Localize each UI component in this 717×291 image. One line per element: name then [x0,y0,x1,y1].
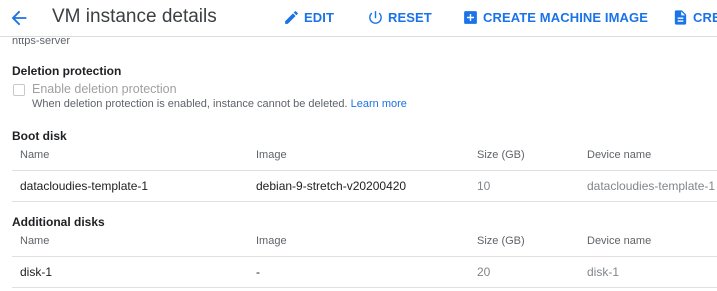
disk-device-name: datacloudies-template-1 [587,179,716,193]
reset-power-icon [369,11,382,24]
back-arrow-icon[interactable] [8,7,30,29]
disk-name: disk-1 [20,265,53,279]
disk-image: debian-9-stretch-v20200420 [256,179,407,193]
create-machine-image-label: CREATE MACHINE IMAGE [483,10,648,25]
column-header-device: Device name [587,149,652,161]
column-header-device: Device name [587,235,652,247]
edit-pencil-icon [285,11,298,24]
clipped-network-tag: https-server [12,38,71,46]
disk-device-name: disk-1 [587,265,620,279]
table-row: disk-1 - 20 disk-1 [12,257,717,288]
create-similar-button[interactable]: CREA [672,9,717,27]
page-title: VM instance details [52,6,217,27]
add-box-icon [464,11,477,24]
document-icon [674,10,687,25]
additional-disks-title: Additional disks [12,215,105,229]
additional-disks-table: Name Image Size (GB) Device name disk-1 … [12,228,717,288]
boot-disk-title: Boot disk [12,129,67,143]
column-header-size: Size (GB) [477,149,525,161]
disk-name: datacloudies-template-1 [20,179,149,193]
create-machine-image-button[interactable]: CREATE MACHINE IMAGE [462,9,648,27]
column-header-image: Image [256,235,287,247]
column-header-name: Name [20,149,50,161]
deletion-protection-title: Deletion protection [12,64,122,78]
reset-button[interactable]: RESET [367,9,437,27]
disk-size: 20 [477,265,491,279]
column-header-image: Image [256,149,287,161]
table-row: datacloudies-template-1 debian-9-stretch… [12,171,717,202]
boot-disk-table: Name Image Size (GB) Device name dataclo… [12,142,717,202]
table-header: Name Image Size (GB) Device name [12,228,717,257]
edit-label: EDIT [304,10,335,25]
create-similar-label: CREA [693,10,717,25]
table-header: Name Image Size (GB) Device name [12,142,717,171]
edit-button[interactable]: EDIT [283,9,343,27]
deletion-helper-text: When deletion protection is enabled, ins… [32,98,407,110]
reset-label: RESET [388,10,432,25]
deletion-protection-label: Enable deletion protection [32,82,177,96]
deletion-protection-checkbox[interactable] [13,84,25,96]
disk-size: 10 [477,179,491,193]
column-header-name: Name [20,235,50,247]
column-header-size: Size (GB) [477,235,525,247]
deletion-helper-message: When deletion protection is enabled, ins… [32,98,348,110]
disk-image: - [256,265,260,279]
top-toolbar: VM instance details EDIT RESET CREATE MA… [0,0,717,37]
learn-more-link[interactable]: Learn more [351,98,407,110]
